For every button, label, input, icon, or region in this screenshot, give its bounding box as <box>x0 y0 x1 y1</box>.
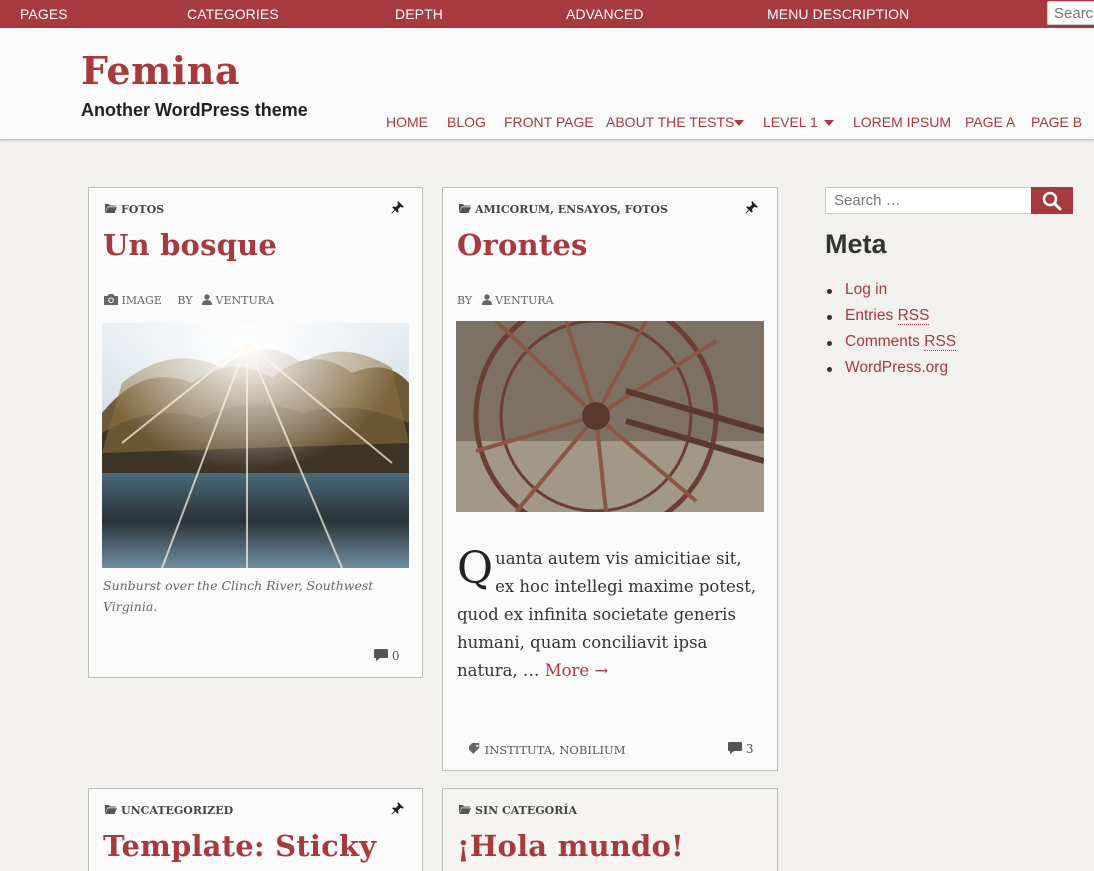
comment-count-value[interactable]: 0 <box>392 649 400 663</box>
top-search-input[interactable] <box>1047 1 1094 25</box>
sidebar-search-input[interactable] <box>825 187 1032 214</box>
tag-icon <box>469 743 480 754</box>
top-menu-depth[interactable]: DEPTH <box>395 6 443 22</box>
top-menu-bar: PAGES CATEGORIES DEPTH ADVANCED MENU DES… <box>0 0 1094 28</box>
post-by-label: BY <box>457 294 473 307</box>
pin-icon <box>391 201 404 214</box>
chevron-down-icon[interactable] <box>824 120 834 126</box>
meta-link-wordpress-org[interactable]: WordPress.org <box>845 359 948 376</box>
post-excerpt: Quanta autem vis amicitiae sit, ex hoc i… <box>457 545 757 685</box>
meta-widget-title: Meta <box>825 229 887 259</box>
post-author[interactable]: VENTURA <box>216 294 274 307</box>
post-card: FOTOS Un bosque IMAGE BY VENTURA Sunburs… <box>88 187 423 678</box>
site-header: Femina Another WordPress theme HOME BLOG… <box>0 28 1094 140</box>
post-format[interactable]: IMAGE <box>122 294 162 307</box>
pin-icon <box>745 201 758 214</box>
nav-blog[interactable]: BLOG <box>447 114 486 130</box>
post-categories[interactable]: FOTOS <box>121 203 164 216</box>
nav-lorem-ipsum[interactable]: LOREM IPSUM <box>853 114 951 130</box>
more-link[interactable]: More → <box>545 661 609 680</box>
comment-icon <box>728 742 742 754</box>
post-title[interactable]: Un bosque <box>103 228 277 262</box>
comment-count[interactable]: 3 <box>728 742 753 756</box>
user-icon <box>202 294 213 305</box>
meta-link-log-in[interactable]: Log in <box>845 281 887 298</box>
meta-widget-list: Log in Entries RSS Comments RSS WordPres… <box>827 281 957 385</box>
post-tag-list[interactable]: INSTITUTA, NOBILIUM <box>485 743 626 757</box>
sidebar-search-button[interactable] <box>1031 187 1073 214</box>
post-tags: INSTITUTA, NOBILIUM <box>469 743 626 757</box>
list-item: Log in <box>827 281 956 307</box>
site-title[interactable]: Femina <box>81 48 240 93</box>
image-caption: Sunburst over the Clinch River, Southwes… <box>103 578 374 614</box>
nav-page-a[interactable]: PAGE A <box>965 114 1015 130</box>
meta-link-entries-rss[interactable]: Entries RSS <box>845 307 930 325</box>
post-by-label: BY <box>177 294 193 307</box>
drop-cap: Q <box>457 543 494 594</box>
post-featured-image[interactable] <box>456 321 764 512</box>
post-categories[interactable]: AMICORUM, ENSAYOS, FOTOS <box>475 203 668 216</box>
post-meta: IMAGE BY VENTURA <box>104 294 274 307</box>
folder-icon <box>459 204 471 213</box>
post-title[interactable]: Orontes <box>457 228 588 262</box>
pin-icon <box>391 802 404 815</box>
list-item: WordPress.org <box>827 359 956 385</box>
nav-front-page[interactable]: FRONT PAGE <box>504 114 594 130</box>
post-featured-image[interactable] <box>102 323 409 568</box>
nav-about-the-tests[interactable]: ABOUT THE TESTS <box>606 114 734 130</box>
list-item: Entries RSS <box>827 307 956 333</box>
top-menu-pages[interactable]: PAGES <box>20 6 68 22</box>
post-categories[interactable]: UNCATEGORIZED <box>121 804 233 817</box>
camera-icon <box>104 294 118 305</box>
folder-icon <box>105 805 117 814</box>
search-icon <box>1042 191 1062 210</box>
post-title[interactable]: Template: Sticky <box>103 829 376 863</box>
meta-link-comments-rss[interactable]: Comments RSS <box>845 333 957 351</box>
rss-abbreviation[interactable]: RSS <box>897 307 930 325</box>
post-title[interactable]: ¡Hola mundo! <box>457 829 684 863</box>
top-menu-menu-description[interactable]: MENU DESCRIPTION <box>767 6 909 22</box>
post-categories[interactable]: SIN CATEGORÍA <box>475 804 577 817</box>
list-item: Comments RSS <box>827 333 957 359</box>
nav-level-1[interactable]: LEVEL 1 <box>763 114 818 130</box>
comment-count-value[interactable]: 3 <box>746 742 754 756</box>
site-description: Another WordPress theme <box>81 100 308 120</box>
folder-icon <box>459 805 471 814</box>
chevron-down-icon[interactable] <box>734 120 744 126</box>
rss-abbreviation[interactable]: RSS <box>924 333 957 351</box>
comment-count[interactable]: 0 <box>374 649 399 663</box>
top-menu-categories[interactable]: CATEGORIES <box>187 6 279 22</box>
post-meta: BY VENTURA <box>457 294 554 307</box>
nav-home[interactable]: HOME <box>386 114 428 130</box>
top-menu-advanced[interactable]: ADVANCED <box>566 6 644 22</box>
post-card: UNCATEGORIZED Template: Sticky <box>88 788 423 871</box>
post-author[interactable]: VENTURA <box>495 294 553 307</box>
post-card: AMICORUM, ENSAYOS, FOTOS Orontes BY VENT… <box>442 187 778 771</box>
folder-icon <box>105 204 117 213</box>
nav-page-b[interactable]: PAGE B <box>1031 114 1082 130</box>
user-icon <box>481 294 492 305</box>
comment-icon <box>374 649 388 661</box>
post-card: SIN CATEGORÍA ¡Hola mundo! <box>442 788 778 871</box>
